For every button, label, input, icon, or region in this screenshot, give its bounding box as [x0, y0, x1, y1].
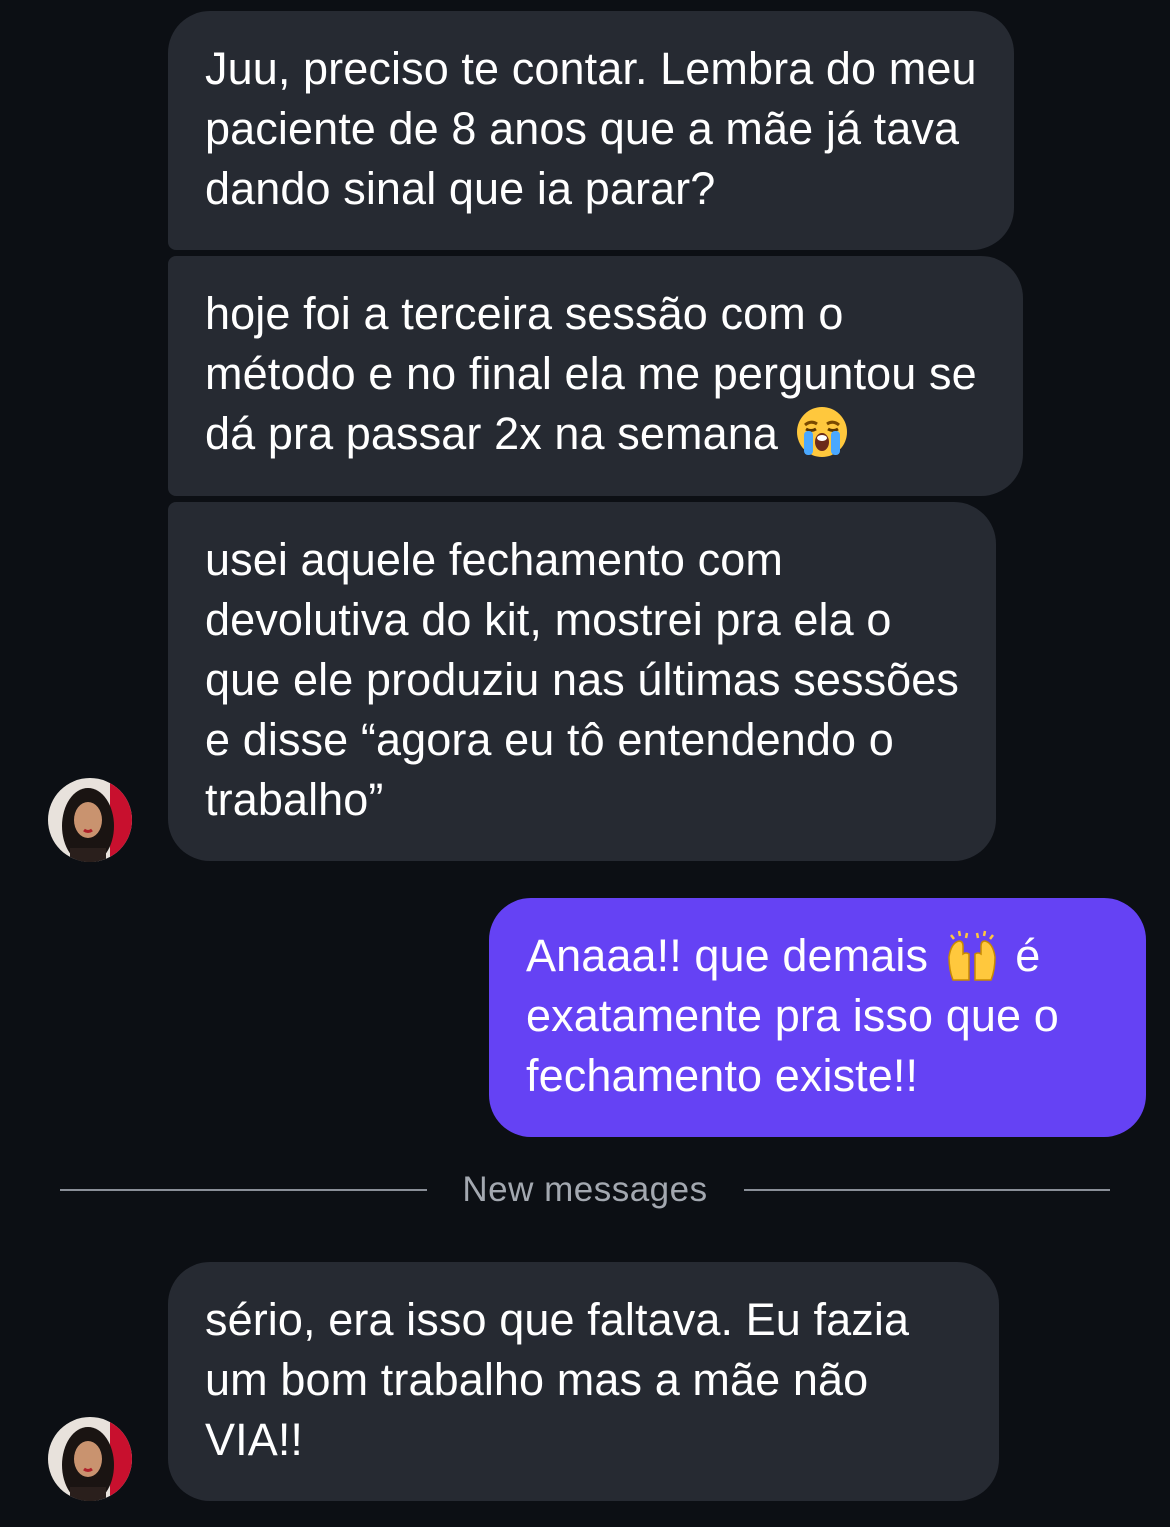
message-text: usei aquele fechamento com devolutiva do… [205, 534, 960, 825]
message-text: hoje foi a terceira sessão com o método … [205, 288, 977, 459]
loudly-crying-face-emoji [795, 405, 849, 459]
new-messages-divider: New messages [462, 1170, 708, 1209]
message-bubble-incoming[interactable]: hoje foi a terceira sessão com o método … [168, 256, 1023, 496]
message-text: sério, era isso que faltava. Eu fazia um… [205, 1294, 910, 1465]
contact-avatar[interactable] [48, 778, 132, 862]
raising-hands-emoji [945, 927, 999, 981]
message-text-start: Anaaa!! que demais [526, 930, 929, 981]
message-bubble-incoming[interactable]: sério, era isso que faltava. Eu fazia um… [168, 1262, 999, 1501]
divider-line-right [744, 1189, 1110, 1191]
message-bubble-incoming[interactable]: Juu, preciso te contar. Lembra do meu pa… [168, 11, 1014, 250]
contact-avatar[interactable] [48, 1417, 132, 1501]
divider-line-left [60, 1189, 427, 1191]
message-bubble-incoming[interactable]: usei aquele fechamento com devolutiva do… [168, 502, 996, 861]
message-bubble-outgoing[interactable]: Anaaa!! que demais é exatamente pra isso… [489, 898, 1146, 1137]
message-text: Juu, preciso te contar. Lembra do meu pa… [205, 43, 977, 214]
